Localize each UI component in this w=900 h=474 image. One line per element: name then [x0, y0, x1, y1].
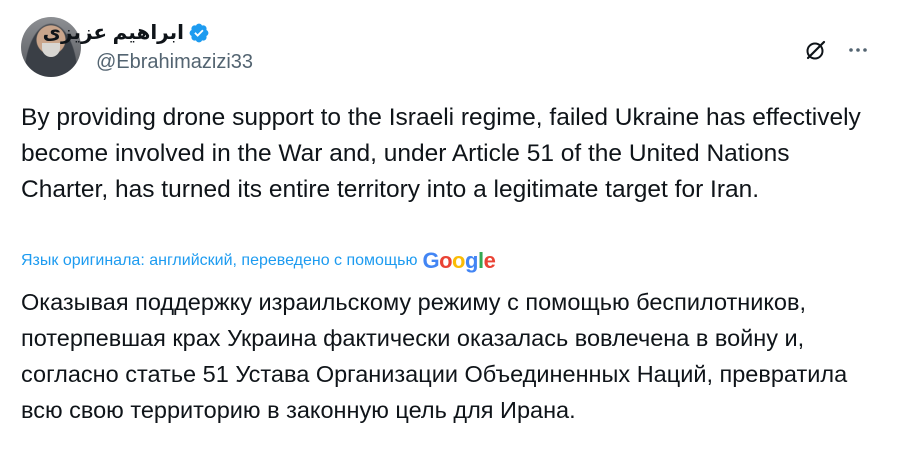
tweet-actions-top — [804, 38, 870, 62]
author-name-row[interactable]: ابراهیم عزیزی — [43, 20, 210, 45]
more-options-icon[interactable] — [846, 38, 870, 62]
avatar-portrait — [42, 43, 60, 57]
author-handle[interactable]: @Ebrahimazizi33 — [96, 51, 253, 74]
translated-tweet-text: Оказывая поддержку израильскому режиму с… — [21, 289, 848, 423]
translation-notice: Язык оригинала: английский, переведено с… — [21, 248, 496, 274]
tweet-header: ابراهیم عزیزی @Ebrahimazizi33 — [43, 18, 900, 78]
google-logo: Google — [422, 248, 496, 273]
tweet-text: By providing drone support to the Israel… — [21, 104, 861, 203]
verified-badge-icon[interactable] — [188, 22, 210, 44]
author-display-name[interactable]: ابراهیم عزیزی — [43, 20, 184, 45]
grok-icon[interactable] — [804, 38, 828, 62]
translation-label[interactable]: Язык оригинала: английский, переведено с… — [21, 252, 417, 270]
